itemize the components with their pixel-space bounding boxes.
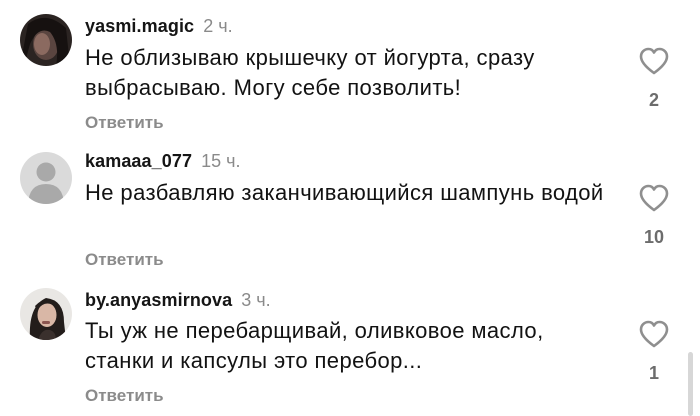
- like-count: 10: [643, 227, 665, 247]
- comment-text: Ты уж не перебарщивай, оливковое масло, …: [85, 318, 544, 373]
- like-count: 2: [648, 90, 659, 110]
- avatar[interactable]: [20, 152, 72, 204]
- avatar[interactable]: [20, 288, 72, 340]
- comment-header: kamaaa_077 15 ч.: [85, 150, 241, 172]
- timestamp: 15 ч.: [201, 151, 241, 171]
- like-count: 1: [648, 363, 659, 383]
- heart-outline-icon[interactable]: [638, 46, 670, 76]
- username[interactable]: by.anyasmirnova: [85, 290, 232, 310]
- comment-item: kamaaa_077 15 ч. Не разбавляю заканчиваю…: [0, 140, 700, 280]
- timestamp: 3 ч.: [241, 290, 271, 310]
- username[interactable]: yasmi.magic: [85, 16, 194, 36]
- comment-item: yasmi.magic 2 ч. Не облизываю крышечку о…: [0, 0, 700, 140]
- comment-item: by.anyasmirnova 3 ч. Ты уж не перебарщив…: [0, 280, 700, 416]
- default-user-avatar-image: [20, 152, 72, 204]
- avatar[interactable]: [20, 14, 72, 66]
- user-photo-avatar-image: [20, 288, 72, 340]
- username[interactable]: kamaaa_077: [85, 151, 192, 171]
- comment-text: Не разбавляю заканчивающийся шампунь вод…: [85, 180, 604, 205]
- heart-outline-icon[interactable]: [638, 319, 670, 349]
- reply-button[interactable]: Ответить: [85, 250, 164, 270]
- scrollbar[interactable]: [688, 352, 693, 416]
- reply-button[interactable]: Ответить: [85, 386, 164, 406]
- timestamp: 2 ч.: [203, 16, 233, 36]
- heart-outline-icon[interactable]: [638, 183, 670, 213]
- comment-text: Не облизываю крышечку от йогурта, сразу …: [85, 45, 535, 100]
- comment-header: yasmi.magic 2 ч.: [85, 15, 233, 37]
- user-photo-avatar-image: [20, 14, 72, 66]
- reply-button[interactable]: Ответить: [85, 113, 164, 133]
- comment-header: by.anyasmirnova 3 ч.: [85, 289, 271, 311]
